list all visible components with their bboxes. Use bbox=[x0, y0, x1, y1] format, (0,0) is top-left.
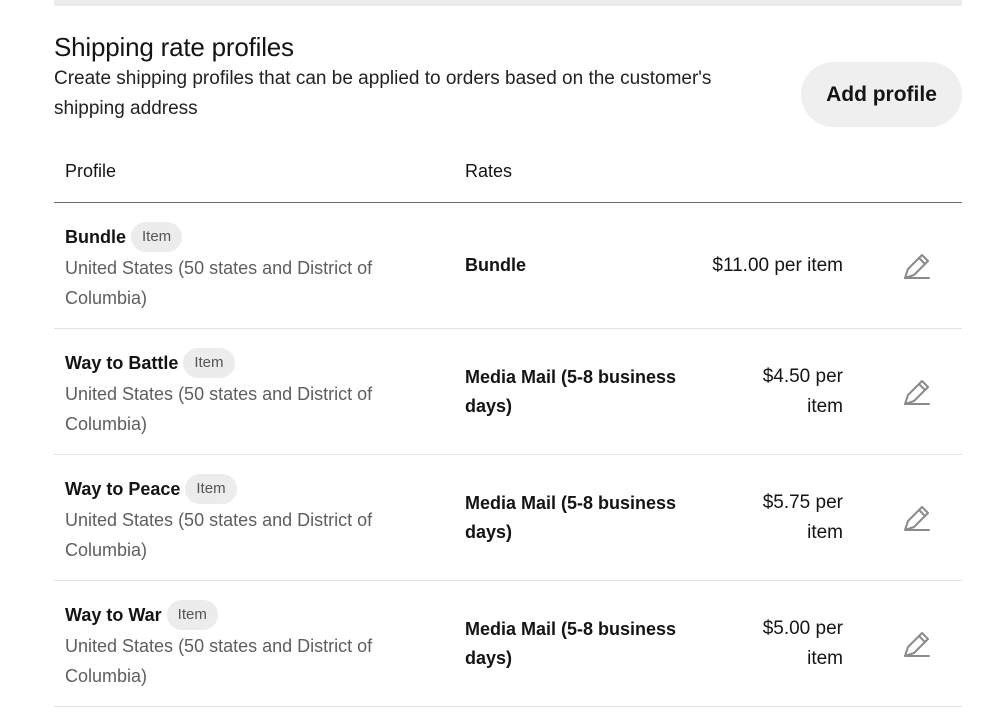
column-header-rates: Rates bbox=[465, 161, 513, 181]
profile-cell: Bundle Item United States (50 states and… bbox=[65, 221, 425, 313]
profile-name: Way to War bbox=[65, 604, 162, 625]
profile-name: Way to Peace bbox=[65, 478, 181, 499]
top-divider-bar bbox=[54, 0, 962, 6]
profile-cell: Way to Battle Item United States (50 sta… bbox=[65, 347, 425, 439]
table-row: Way to War Item United States (50 states… bbox=[54, 581, 962, 707]
profile-region: United States (50 states and District of… bbox=[65, 258, 373, 308]
rate-price: $5.75 per item bbox=[762, 491, 843, 543]
table-row: Bundle Item United States (50 states and… bbox=[54, 203, 962, 329]
pencil-icon bbox=[900, 249, 934, 283]
section-title: Shipping rate profiles bbox=[54, 32, 294, 62]
rate-name: Bundle bbox=[465, 255, 526, 275]
rate-price: $4.50 per item bbox=[762, 365, 843, 417]
item-badge: Item bbox=[183, 348, 235, 378]
section-header: Shipping rate profiles Create shipping p… bbox=[54, 30, 962, 130]
profiles-table: Profile Rates Bundle Item United States … bbox=[54, 145, 962, 707]
edit-profile-button[interactable] bbox=[900, 627, 934, 661]
item-badge: Item bbox=[185, 474, 237, 504]
profile-region: United States (50 states and District of… bbox=[65, 384, 373, 434]
rate-price: $11.00 per item bbox=[712, 254, 843, 276]
section-description: Create shipping profiles that can be app… bbox=[54, 68, 712, 119]
rate-name: Media Mail (5-8 business days) bbox=[465, 492, 677, 542]
add-profile-button[interactable]: Add profile bbox=[801, 62, 962, 127]
profile-region: United States (50 states and District of… bbox=[65, 510, 373, 560]
pencil-icon bbox=[900, 627, 934, 661]
pencil-icon bbox=[900, 375, 934, 409]
profile-name: Bundle bbox=[65, 226, 126, 247]
item-badge: Item bbox=[131, 222, 183, 252]
edit-profile-button[interactable] bbox=[900, 249, 934, 283]
profile-cell: Way to Peace Item United States (50 stat… bbox=[65, 473, 425, 565]
pencil-icon bbox=[900, 501, 934, 535]
table-header: Profile Rates bbox=[54, 145, 962, 203]
shipping-profiles-page: Shipping rate profiles Create shipping p… bbox=[0, 0, 999, 728]
rate-name: Media Mail (5-8 business days) bbox=[465, 618, 677, 668]
profile-name: Way to Battle bbox=[65, 352, 179, 373]
rate-name: Media Mail (5-8 business days) bbox=[465, 366, 677, 416]
column-header-profile: Profile bbox=[65, 161, 117, 181]
profile-region: United States (50 states and District of… bbox=[65, 636, 373, 686]
table-row: Way to Peace Item United States (50 stat… bbox=[54, 455, 962, 581]
edit-profile-button[interactable] bbox=[900, 501, 934, 535]
rate-price: $5.00 per item bbox=[762, 617, 843, 669]
edit-profile-button[interactable] bbox=[900, 375, 934, 409]
table-row: Way to Battle Item United States (50 sta… bbox=[54, 329, 962, 455]
item-badge: Item bbox=[166, 600, 218, 630]
profile-cell: Way to War Item United States (50 states… bbox=[65, 599, 425, 691]
